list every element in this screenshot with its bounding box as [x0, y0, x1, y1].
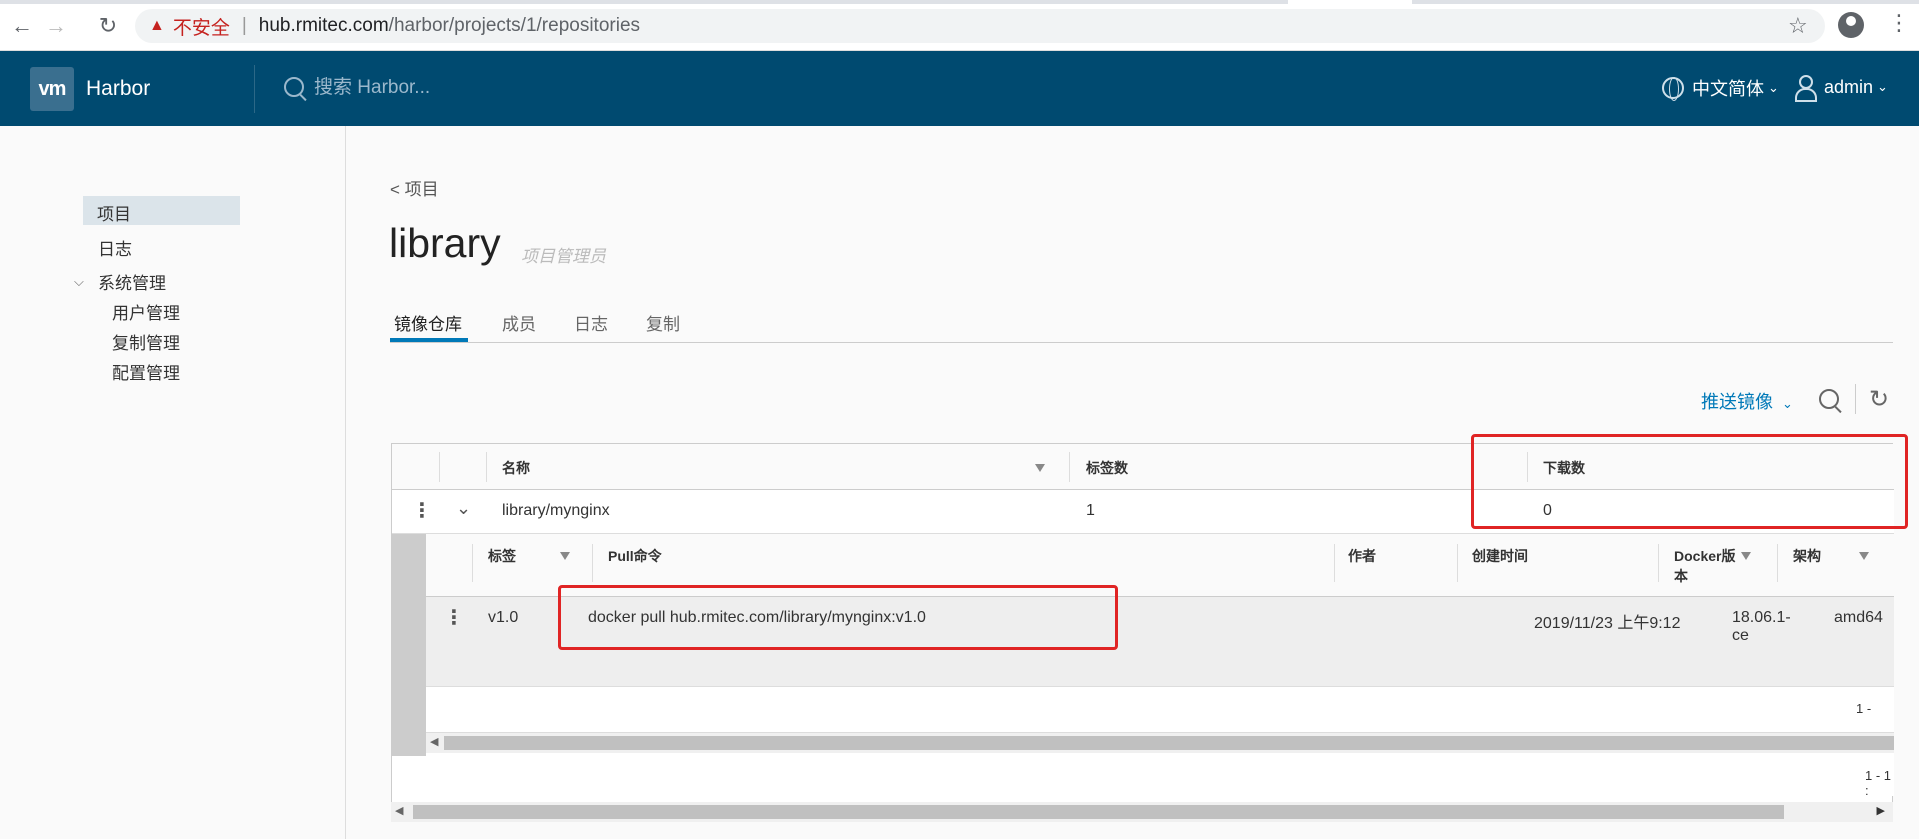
filter-icon[interactable] — [1035, 464, 1045, 472]
column-divider — [439, 452, 440, 482]
page-title: library — [389, 220, 501, 266]
chevron-down-icon[interactable]: ⌵ — [74, 274, 84, 290]
sidebar-item-replication[interactable]: 复制管理 — [112, 329, 180, 354]
filter-icon[interactable] — [560, 552, 570, 560]
chevron-down-icon: ⌄ — [1782, 396, 1793, 411]
column-header-author[interactable]: 作者 — [1348, 546, 1376, 566]
active-tab-indicator — [390, 338, 468, 342]
sidebar-item-projects[interactable]: 项目 — [83, 196, 240, 225]
address-bar[interactable]: ▲ 不安全 | hub.rmitec.com/harbor/projects/1… — [135, 9, 1825, 43]
language-label: 中文简体 — [1692, 79, 1764, 99]
brand-name[interactable]: Harbor — [86, 77, 150, 101]
tag-pagination: 1 - — [1856, 701, 1872, 716]
globe-icon — [1662, 77, 1684, 101]
tab-logs[interactable]: 日志 — [574, 310, 608, 335]
tag-grid-footer: 1 - — [426, 687, 1894, 733]
forward-arrow-icon[interactable]: → — [42, 12, 70, 40]
tab-repositories[interactable]: 镜像仓库 — [394, 310, 462, 335]
scrollbar-thumb[interactable] — [444, 736, 1894, 750]
user-name: admin — [1824, 76, 1874, 97]
push-image-button[interactable]: 推送镜像 ⌄ — [1701, 388, 1793, 414]
column-divider — [1777, 544, 1778, 582]
repository-grid-scrollbar[interactable]: ◀ ▶ — [391, 802, 1893, 822]
push-image-label: 推送镜像 — [1701, 392, 1773, 412]
tab-strip — [0, 0, 1919, 4]
tab-replication[interactable]: 复制 — [646, 310, 680, 335]
docker-version-header-line1: Docker版 — [1674, 548, 1736, 564]
active-tab[interactable] — [1288, 0, 1412, 4]
sidebar: 项目 日志 ⌵ 系统管理 用户管理 复制管理 配置管理 — [0, 126, 346, 839]
browser-menu-icon[interactable]: ⋮ — [1888, 10, 1910, 36]
row-actions-icon[interactable]: ⋮ — [444, 605, 464, 630]
search-icon[interactable] — [1819, 389, 1839, 409]
user-menu[interactable]: admin ⌄ — [1794, 75, 1888, 102]
docker-version-header-line2: 本 — [1674, 568, 1688, 584]
column-divider — [1069, 452, 1070, 482]
docker-version-line2: ce — [1732, 627, 1749, 644]
role-label: 项目管理员 — [521, 247, 606, 266]
filter-icon[interactable] — [1859, 552, 1869, 560]
column-header-tag[interactable]: 标签 — [488, 546, 516, 566]
tag-grid-scrollbar[interactable]: ◀ — [426, 733, 1894, 753]
tag-arch: amd64 — [1834, 609, 1883, 626]
repo-tag-count: 1 — [1086, 502, 1095, 519]
column-header-pull-command[interactable]: Pull命令 — [608, 546, 662, 566]
column-divider — [1334, 544, 1335, 582]
project-tabs: 镜像仓库 成员 日志 复制 — [390, 306, 1893, 343]
tag-name: v1.0 — [488, 609, 519, 626]
browser-toolbar: ← → ↻ ▲ 不安全 | hub.rmitec.com/harbor/proj… — [0, 0, 1919, 51]
back-arrow-icon[interactable]: ← — [8, 12, 36, 40]
scroll-left-icon[interactable]: ◀ — [430, 735, 438, 748]
back-to-projects-link[interactable]: < 项目 — [390, 175, 439, 200]
app-header: vm Harbor 中文简体 ⌄ admin ⌄ — [0, 51, 1919, 126]
insecure-label: 不安全 — [172, 17, 230, 39]
column-divider — [486, 452, 487, 482]
highlight-box-pulls — [1471, 434, 1908, 529]
url-path: /harbor/projects/1/repositories — [388, 15, 641, 36]
url-separator: | — [241, 15, 247, 36]
sidebar-item-users[interactable]: 用户管理 — [112, 299, 180, 324]
repo-name[interactable]: library/mynginx — [502, 502, 610, 520]
language-selector[interactable]: 中文简体 ⌄ — [1662, 75, 1779, 101]
repo-pagination: 1 - 1 : — [1865, 768, 1892, 798]
account-icon[interactable] — [1838, 12, 1864, 38]
column-header-name[interactable]: 名称 — [502, 458, 530, 478]
tab-members[interactable]: 成员 — [502, 310, 536, 335]
sidebar-item-admin[interactable]: 系统管理 — [98, 269, 166, 294]
row-actions-icon[interactable]: ⋮ — [412, 498, 432, 523]
user-icon — [1794, 75, 1817, 102]
chevron-down-icon: ⌄ — [1768, 80, 1779, 95]
column-header-tags[interactable]: 标签数 — [1086, 458, 1128, 478]
highlight-box-pull-command — [558, 585, 1118, 650]
column-divider — [1658, 544, 1659, 582]
docker-version-line1: 18.06.1- — [1732, 609, 1791, 626]
warning-icon: ▲ — [149, 17, 165, 34]
global-search-input[interactable] — [314, 73, 714, 103]
column-divider — [472, 544, 473, 582]
column-divider — [592, 544, 593, 582]
search-icon — [284, 77, 304, 97]
filter-icon[interactable] — [1741, 552, 1751, 560]
tag-docker-version: 18.06.1- ce — [1732, 609, 1791, 645]
scrollbar-thumb[interactable] — [413, 805, 1784, 819]
sidebar-item-logs[interactable]: 日志 — [98, 235, 132, 260]
tag-created: 2019/11/23 上午9:12 — [1534, 615, 1681, 632]
bookmark-star-icon[interactable]: ☆ — [1788, 13, 1808, 39]
header-divider — [254, 65, 255, 113]
scroll-left-icon[interactable]: ◀ — [395, 804, 403, 817]
chevron-down-icon[interactable]: ⌄ — [456, 498, 471, 519]
column-header-docker-version[interactable]: Docker版本 — [1674, 546, 1735, 586]
column-header-created[interactable]: 创建时间 — [1472, 546, 1528, 566]
refresh-icon[interactable]: ↻ — [1869, 385, 1889, 414]
toolbar-divider — [1855, 384, 1856, 414]
column-divider — [1457, 544, 1458, 582]
chevron-down-icon: ⌄ — [1877, 79, 1888, 94]
repository-grid-footer: 1 - 1 : — [392, 756, 1894, 798]
scroll-right-icon[interactable]: ▶ — [1877, 804, 1885, 817]
column-header-arch[interactable]: 架构 — [1793, 546, 1821, 566]
sidebar-item-config[interactable]: 配置管理 — [112, 359, 180, 384]
url-host: hub.rmitec.com — [258, 15, 389, 36]
vmware-logo: vm — [30, 67, 74, 111]
reload-icon[interactable]: ↻ — [94, 12, 122, 40]
